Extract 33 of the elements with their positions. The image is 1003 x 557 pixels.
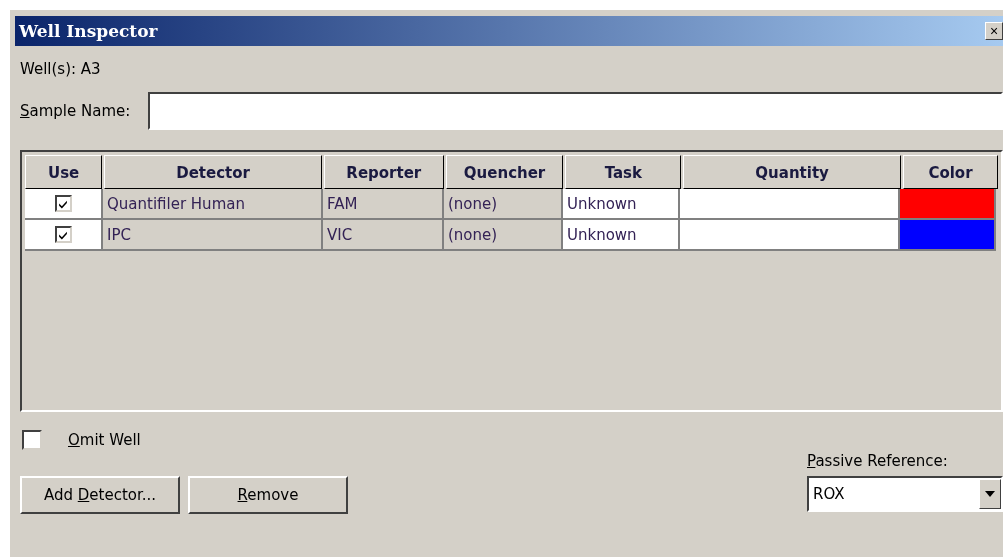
- column-header[interactable]: Task: [565, 155, 682, 189]
- table-cell: IPC: [103, 220, 323, 251]
- sample-name-label: Sample Name:: [20, 102, 131, 120]
- window-title: Well Inspector: [19, 21, 158, 41]
- checkbox[interactable]: [54, 195, 72, 212]
- quantity-field[interactable]: [680, 189, 900, 220]
- table-cell: VIC: [323, 220, 444, 251]
- quantity-field[interactable]: [680, 220, 900, 251]
- color-swatch[interactable]: [900, 189, 996, 220]
- column-header[interactable]: Quantity: [683, 155, 901, 189]
- check-icon: [58, 229, 68, 240]
- column-header[interactable]: Detector: [104, 155, 322, 189]
- color-swatch[interactable]: [900, 220, 996, 251]
- column-header[interactable]: Reporter: [323, 155, 444, 189]
- wells-label: Well(s): A3: [20, 59, 102, 80]
- dropdown-arrow-icon: [985, 491, 995, 497]
- table-cell: Unknown: [563, 189, 680, 220]
- column-header[interactable]: Quencher: [445, 155, 564, 189]
- table-cell: Quantifiler Human: [103, 189, 323, 220]
- column-header[interactable]: Color: [902, 155, 998, 189]
- sample-name-field[interactable]: [148, 92, 1003, 130]
- dialog-button[interactable]: Add Detector...: [20, 476, 180, 514]
- check-icon: [58, 198, 68, 209]
- dialog-button[interactable]: Remove: [188, 476, 348, 514]
- table-cell: FAM: [323, 189, 444, 220]
- passive-reference-label: Passive Reference:: [807, 452, 949, 470]
- column-header[interactable]: Use: [25, 155, 103, 189]
- omit-well-label: Omit Well: [68, 431, 141, 449]
- close-button[interactable]: ×: [985, 22, 1003, 40]
- passive-reference-dropdown[interactable]: ROX: [807, 476, 1003, 512]
- checkbox[interactable]: [54, 226, 72, 243]
- table-cell: Unknown: [563, 220, 680, 251]
- checkbox[interactable]: [22, 430, 42, 450]
